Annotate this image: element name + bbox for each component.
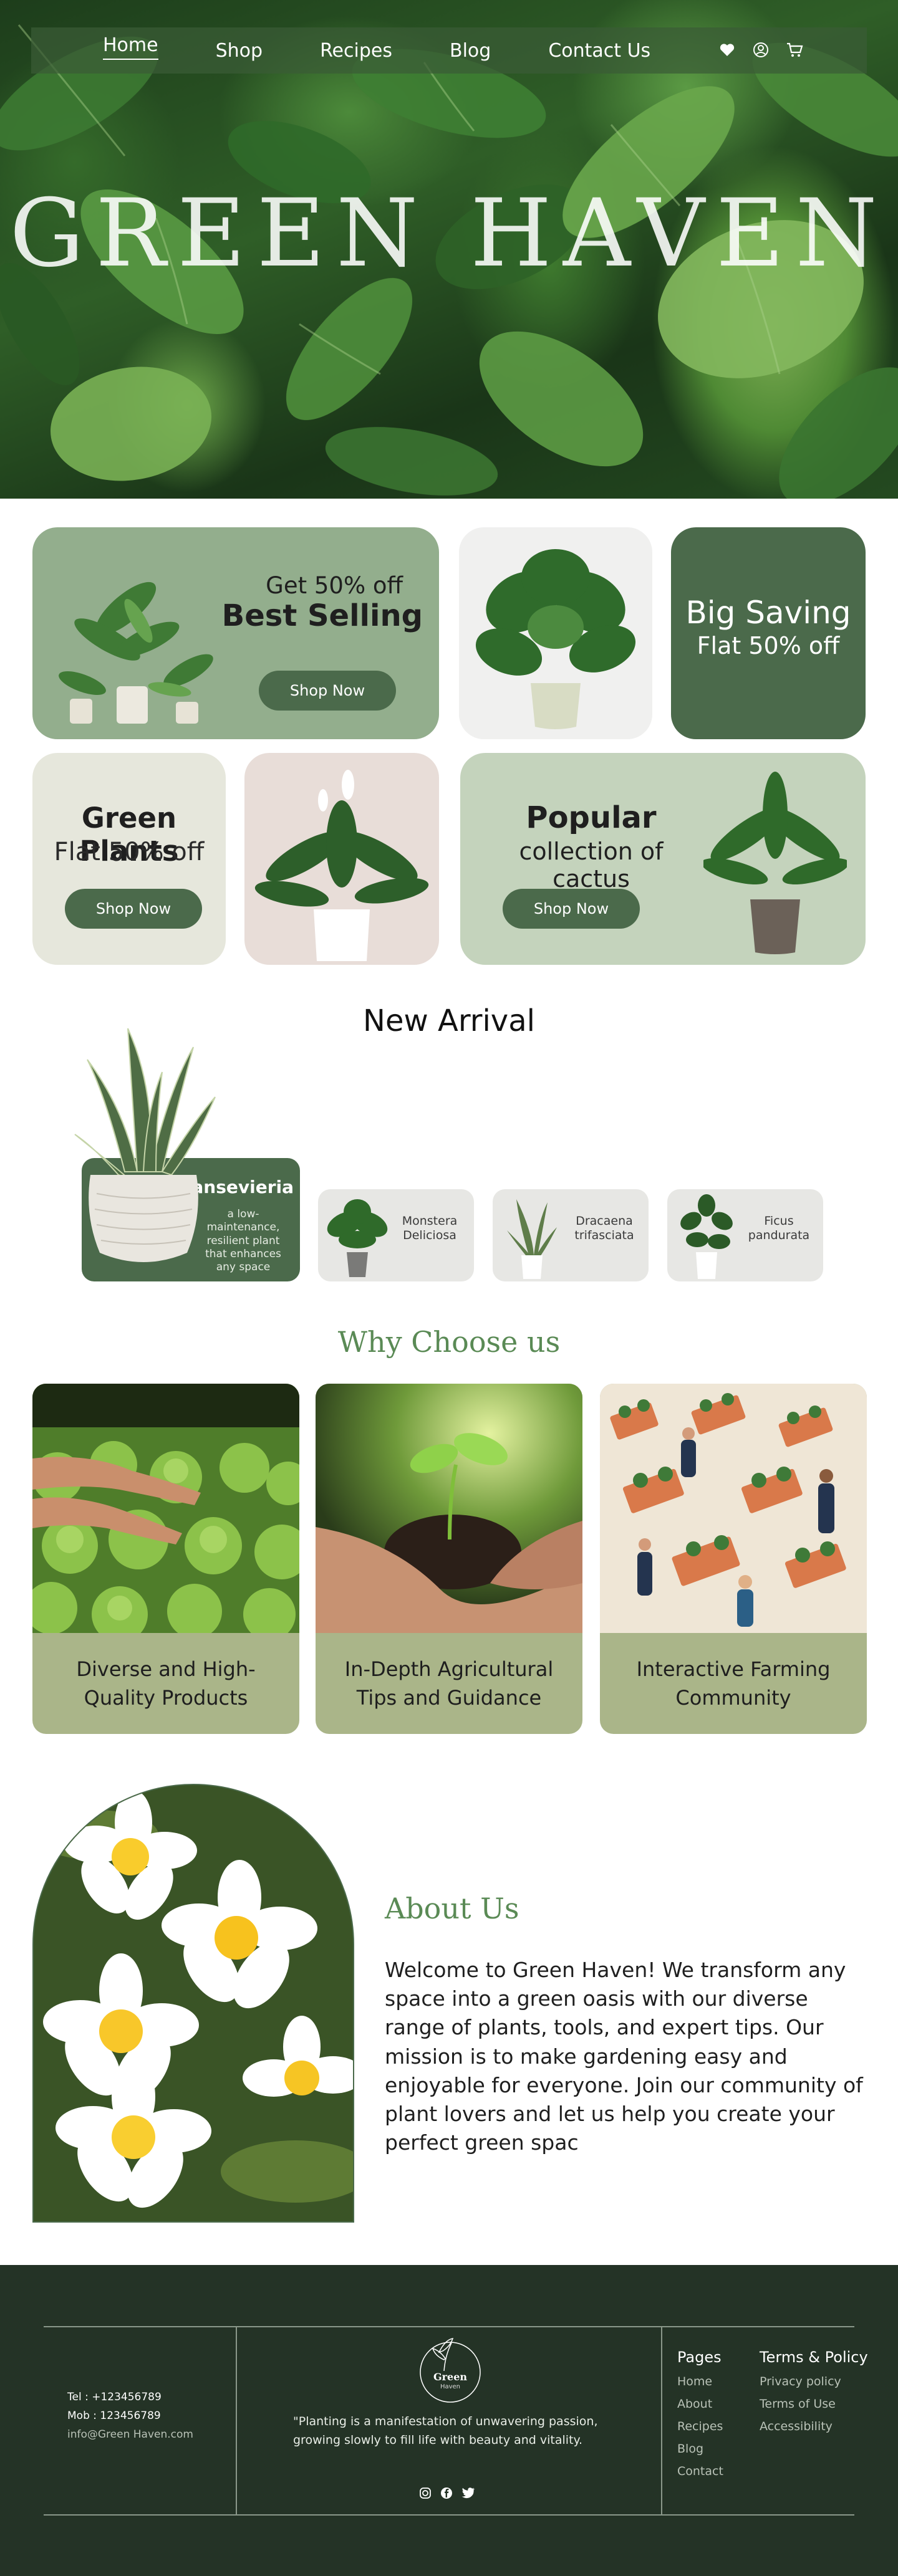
why-card-products[interactable]: Diverse and High-Quality Products: [32, 1384, 299, 1734]
hero-title: GREEN HAVEN: [9, 187, 889, 280]
footer-pages: Pages Home About Recipes Blog Contact: [677, 2349, 723, 2487]
popular-shop-now-button[interactable]: Shop Now: [503, 889, 640, 929]
arrival-card-dracaena[interactable]: Dracaena trifasciata: [493, 1189, 649, 1281]
sansevieria-plant-image: [74, 1028, 216, 1262]
footer-link-terms-of-use[interactable]: Terms of Use: [760, 2397, 868, 2411]
logo-text: Green: [433, 2371, 468, 2383]
nav-icon-group: [717, 40, 804, 60]
footer-link-privacy[interactable]: Privacy policy: [760, 2375, 868, 2388]
plumeria-flowers-image: [34, 1785, 353, 2221]
logo-subtext: Haven: [440, 2383, 461, 2390]
big-saving-line1: Big Saving: [685, 595, 851, 631]
popular-line2: collection of cactus: [519, 838, 664, 893]
promo-green-plants-card: Green Plants Flat 50% off Shop Now: [32, 753, 226, 965]
footer-top-rule: [44, 2326, 854, 2327]
footer-link-accessibility[interactable]: Accessibility: [760, 2420, 868, 2433]
arrival-label-dracaena: Dracaena trifasciata: [574, 1214, 634, 1243]
big-saving-line2: Flat 50% off: [697, 632, 840, 659]
why-card-tips[interactable]: In-Depth Agricultural Tips and Guidance: [316, 1384, 582, 1734]
twitter-icon[interactable]: [461, 2487, 475, 2502]
potted-plants-image: [59, 582, 213, 724]
why-label-community: Interactive Farming Community: [636, 1657, 831, 1710]
footer-logo: Green Haven: [414, 2334, 486, 2406]
footer-divider-right: [661, 2326, 662, 2516]
footer-bottom-rule: [44, 2514, 854, 2516]
nav-blog[interactable]: Blog: [450, 40, 491, 62]
promo-popular-card: Popular collection of cactus Shop Now: [460, 753, 866, 965]
about-image-frame: [32, 1784, 354, 2223]
why-card-community[interactable]: Interactive Farming Community: [600, 1384, 867, 1734]
footer-link-blog[interactable]: Blog: [677, 2442, 723, 2456]
footer-tel: Tel : +123456789: [67, 2391, 162, 2403]
nav-recipes[interactable]: Recipes: [320, 40, 392, 62]
footer-quote: "Planting is a manifestation of unwaveri…: [293, 2415, 598, 2448]
why-label-tips: In-Depth Agricultural Tips and Guidance: [344, 1657, 554, 1710]
cart-icon[interactable]: [785, 40, 804, 60]
footer-link-home[interactable]: Home: [677, 2375, 723, 2388]
user-icon[interactable]: [751, 40, 771, 60]
nav-contact-us[interactable]: Contact Us: [548, 40, 650, 62]
seedling-in-hands-image: [316, 1384, 582, 1633]
promo-best-selling-card: Get 50% off Best Selling Shop Now: [32, 527, 439, 739]
footer: Tel : +123456789 Mob : 123456789 info@Gr…: [0, 2265, 898, 2576]
dracaena-thumbnail: [507, 1199, 557, 1279]
potted-plant-image: [703, 772, 847, 954]
lettuce-field-image: [32, 1384, 299, 1633]
footer-link-about[interactable]: About: [677, 2397, 723, 2411]
promo-peace-lily-card: [244, 753, 439, 965]
heart-icon[interactable]: [717, 40, 737, 60]
arrival-label-ficus: Ficus pandurata: [748, 1214, 810, 1243]
instagram-icon[interactable]: [419, 2487, 432, 2502]
monstera-thumbnail: [327, 1199, 388, 1277]
best-selling-line1: Get 50% off: [266, 572, 403, 599]
logo-emblem-icon: [420, 2338, 481, 2403]
footer-terms: Terms & Policy Privacy policy Terms of U…: [760, 2349, 868, 2442]
green-plants-shop-now-button[interactable]: Shop Now: [65, 889, 202, 929]
pages-heading: Pages: [677, 2349, 722, 2366]
arrival-label-monstera: Monstera Deliciosa: [402, 1214, 458, 1243]
footer-email[interactable]: info@Green Haven.com: [67, 2428, 193, 2441]
footer-mob: Mob : 123456789: [67, 2410, 161, 2422]
popular-line1: Popular: [526, 800, 657, 835]
why-choose-title: Why Choose us: [337, 1325, 561, 1359]
best-selling-shop-now-button[interactable]: Shop Now: [259, 671, 396, 711]
footer-link-contact[interactable]: Contact: [677, 2464, 723, 2478]
about-paragraph: Welcome to Green Haven! We transform any…: [385, 1958, 863, 2155]
footer-social: [419, 2487, 475, 2502]
hero-banner: GREEN HAVEN Home Shop Recipes Blog Conta…: [0, 0, 898, 499]
nav-shop[interactable]: Shop: [216, 40, 263, 62]
green-plants-line2: Flat 50% off: [54, 838, 205, 866]
terms-heading: Terms & Policy: [760, 2349, 868, 2366]
peace-lily-plant-image: [254, 770, 429, 961]
arrival-card-ficus[interactable]: Ficus pandurata: [667, 1189, 823, 1281]
monstera-plant-image: [475, 549, 636, 729]
footer-link-recipes[interactable]: Recipes: [677, 2420, 723, 2433]
facebook-icon[interactable]: [440, 2487, 453, 2502]
top-navigation: Home Shop Recipes Blog Contact Us: [31, 27, 867, 74]
footer-contact: Tel : +123456789 Mob : 123456789 info@Gr…: [67, 2391, 193, 2441]
promo-monstera-card: [459, 527, 652, 739]
promo-big-saving-card[interactable]: Big Saving Flat 50% off: [671, 527, 866, 739]
footer-divider-left: [236, 2326, 237, 2516]
why-label-products: Diverse and High-Quality Products: [76, 1657, 256, 1710]
farming-community-illustration: [600, 1384, 867, 1633]
ficus-thumbnail: [680, 1194, 733, 1279]
about-title: About Us: [385, 1892, 519, 1925]
arrival-card-monstera[interactable]: Monstera Deliciosa: [318, 1189, 474, 1281]
best-selling-line2: Best Selling: [221, 598, 423, 633]
nav-home[interactable]: Home: [103, 34, 158, 60]
